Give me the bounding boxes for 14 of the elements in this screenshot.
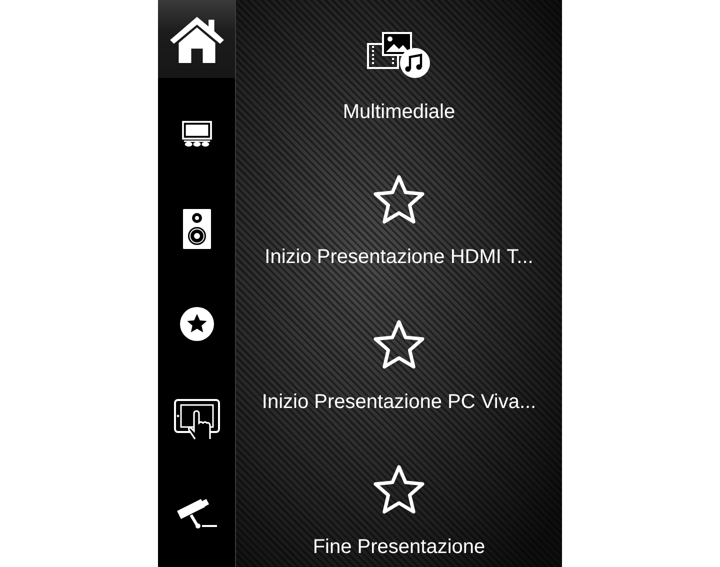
scene-button[interactable]: Multimediale	[342, 0, 456, 145]
star-icon	[370, 175, 427, 225]
scene-button[interactable]: Inizio Presentazione HDMI T...	[264, 145, 534, 290]
tv-icon	[180, 120, 212, 148]
tablet-touch-icon	[172, 398, 220, 440]
home-icon	[168, 14, 226, 64]
star-icon	[370, 465, 427, 515]
star-icon	[371, 320, 427, 370]
sidebar-tab[interactable]	[158, 0, 235, 78]
speaker-icon	[182, 209, 210, 249]
media-icon	[366, 30, 432, 80]
camera-icon	[174, 497, 218, 531]
scene-button[interactable]: Fine Presentazione	[312, 435, 486, 567]
scene-button[interactable]: Inizio Presentazione PC Viva...	[262, 290, 536, 435]
